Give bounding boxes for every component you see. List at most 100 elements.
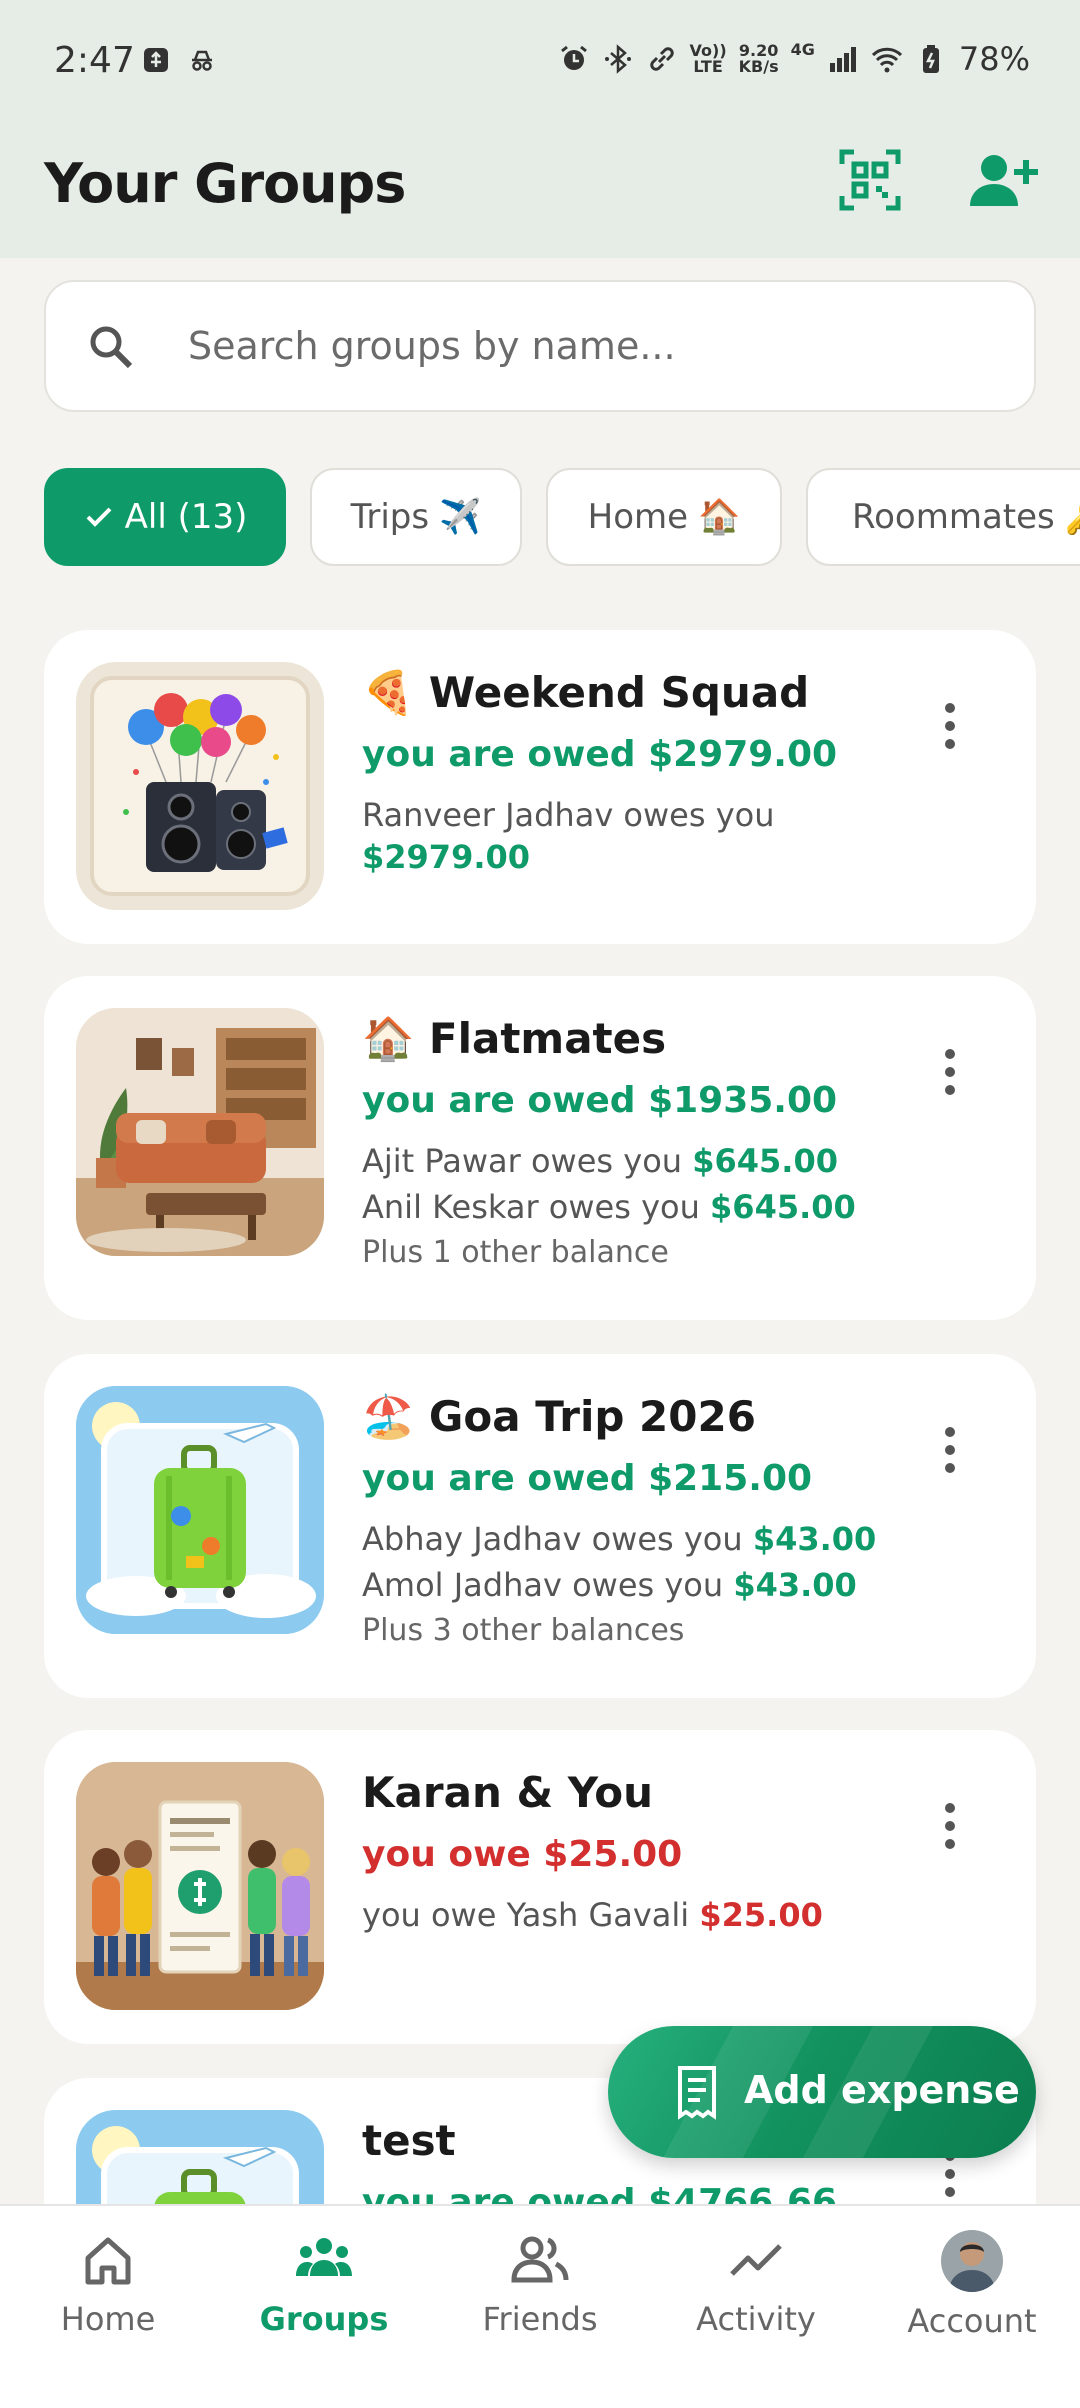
bottom-navigation: Home Groups Friends Activity Account <box>0 2204 1080 2408</box>
group-name: Karan & You <box>362 1768 654 1817</box>
nav-label: Home <box>60 2300 156 2338</box>
friends-bill-image <box>76 1762 324 2010</box>
nav-home[interactable]: Home <box>0 2230 216 2370</box>
balance-text: Ajit Pawar owes you <box>362 1142 683 1180</box>
balance-text: Anil Keskar owes you <box>362 1188 700 1226</box>
balance-amount: $2979.00 <box>362 838 531 876</box>
balance-amount: $43.00 <box>733 1566 857 1604</box>
party-speaker-image <box>90 676 310 896</box>
group-title: 🏖️ Goa Trip 2026 <box>362 1392 922 1448</box>
nav-label: Activity <box>696 2300 816 2338</box>
nav-account[interactable]: Account <box>864 2230 1080 2370</box>
group-image <box>76 662 324 910</box>
app-bar: Your Groups <box>0 128 1080 258</box>
suitcase-image <box>76 1386 324 1634</box>
balance-line: you owe Yash Gavali $25.00 <box>362 1894 922 1936</box>
status-time: 2:47 <box>54 40 135 81</box>
filter-chip-trips[interactable]: Trips ✈️ <box>310 468 522 566</box>
filter-chip-all[interactable]: All (13) <box>44 468 286 566</box>
balance-line: Ajit Pawar owes you $645.00 <box>362 1140 922 1182</box>
link-icon <box>649 47 674 71</box>
group-image <box>76 1008 324 1256</box>
group-balance-status: you are owed $2979.00 <box>362 734 838 775</box>
group-balance-status: you are owed $215.00 <box>362 1458 813 1499</box>
nav-groups[interactable]: Groups <box>216 2230 432 2370</box>
status-bar: 2:47 Vo)) LTE 9.20 KB/s 4G 78% <box>0 0 1080 128</box>
net-speed-unit: KB/s <box>738 57 779 76</box>
balance-line: Amol Jadhav owes you $43.00 <box>362 1564 922 1606</box>
group-image <box>76 1386 324 1634</box>
group-title: 🏠 Flatmates <box>362 1014 922 1070</box>
add-person-icon[interactable] <box>968 152 1038 208</box>
key-emoji: 🔑 <box>1065 497 1080 537</box>
groups-icon <box>296 2238 352 2276</box>
balance-amount: $645.00 <box>710 1188 856 1226</box>
airplane-emoji: ✈️ <box>439 497 482 537</box>
page-title: Your Groups <box>44 152 406 215</box>
filter-chip-roommates[interactable]: Roommates 🔑 <box>806 468 1080 566</box>
balance-text: Amol Jadhav owes you <box>362 1566 724 1604</box>
nav-friends[interactable]: Friends <box>432 2230 648 2370</box>
filter-label: Home <box>587 497 689 537</box>
incognito-icon <box>192 50 212 71</box>
more-options-icon[interactable] <box>944 702 956 750</box>
add-expense-label: Add expense <box>744 2068 1020 2112</box>
check-icon <box>86 507 112 527</box>
group-balance-status: you owe $25.00 <box>362 1834 683 1875</box>
bluetooth-icon <box>604 44 631 74</box>
group-card[interactable]: 🍕 Weekend Squad you are owed $2979.00 Ra… <box>44 630 1036 944</box>
group-card[interactable]: 🏖️ Goa Trip 2026 you are owed $215.00 Ab… <box>44 1354 1036 1698</box>
search-placeholder: Search groups by name... <box>188 324 676 368</box>
balance-line: Anil Keskar owes you $645.00 <box>362 1186 922 1228</box>
house-emoji: 🏠 <box>362 1014 415 1063</box>
group-card[interactable]: 🏠 Flatmates you are owed $1935.00 Ajit P… <box>44 976 1036 1320</box>
group-title: 🍕 Weekend Squad <box>362 668 922 724</box>
search-icon <box>90 326 133 369</box>
balance-line: Abhay Jadhav owes you $43.00 <box>362 1518 922 1560</box>
nav-label: Groups <box>259 2300 389 2338</box>
group-name: Goa Trip 2026 <box>428 1392 756 1441</box>
filter-chip-home[interactable]: Home 🏠 <box>546 468 782 566</box>
friends-icon <box>511 2236 569 2283</box>
group-name: Weekend Squad <box>428 668 810 717</box>
receipt-icon <box>678 2066 716 2120</box>
signal-icon <box>829 47 856 72</box>
filter-chips: All (13) Trips ✈️ Home 🏠 Roommates 🔑 <box>44 468 1080 568</box>
group-name: test <box>362 2116 456 2165</box>
nav-activity[interactable]: Activity <box>648 2230 864 2370</box>
house-emoji: 🏠 <box>698 497 741 537</box>
nav-label: Account <box>907 2302 1037 2340</box>
filter-label: Trips <box>350 497 430 537</box>
group-name: Flatmates <box>428 1014 667 1063</box>
more-options-icon[interactable] <box>944 1048 956 1096</box>
pizza-emoji: 🍕 <box>362 668 415 717</box>
usb-icon <box>144 48 168 72</box>
more-balances: Plus 1 other balance <box>362 1235 669 1270</box>
search-input[interactable]: Search groups by name... <box>44 280 1036 412</box>
filter-label: All (13) <box>124 497 248 537</box>
nav-label: Friends <box>482 2300 598 2338</box>
alarm-icon <box>560 45 587 70</box>
more-options-icon[interactable] <box>944 1426 956 1474</box>
avatar <box>941 2230 1003 2292</box>
filter-label: Roommates <box>852 497 1055 537</box>
group-title: Karan & You <box>362 1768 922 1824</box>
battery-icon <box>922 45 939 73</box>
network-type: 4G <box>790 40 815 59</box>
more-balances: Plus 3 other balances <box>362 1613 685 1648</box>
add-expense-button[interactable]: Add expense <box>608 2026 1036 2158</box>
balance-amount: $25.00 <box>699 1896 823 1934</box>
group-image <box>76 1762 324 2010</box>
balance-text: Abhay Jadhav owes you <box>362 1520 743 1558</box>
qr-scan-icon[interactable] <box>838 148 902 212</box>
activity-icon <box>730 2244 782 2276</box>
balance-text: Ranveer Jadhav owes you <box>362 796 775 834</box>
group-card[interactable]: Karan & You you owe $25.00 you owe Yash … <box>44 1730 1036 2044</box>
lte-label: LTE <box>693 57 723 76</box>
wifi-icon <box>871 47 902 73</box>
balance-text: you owe Yash Gavali <box>362 1896 690 1934</box>
more-options-icon[interactable] <box>944 1802 956 1850</box>
battery-percent: 78% <box>958 40 1030 78</box>
group-balance-status: you are owed $1935.00 <box>362 1080 838 1121</box>
balance-amount: $43.00 <box>752 1520 877 1558</box>
